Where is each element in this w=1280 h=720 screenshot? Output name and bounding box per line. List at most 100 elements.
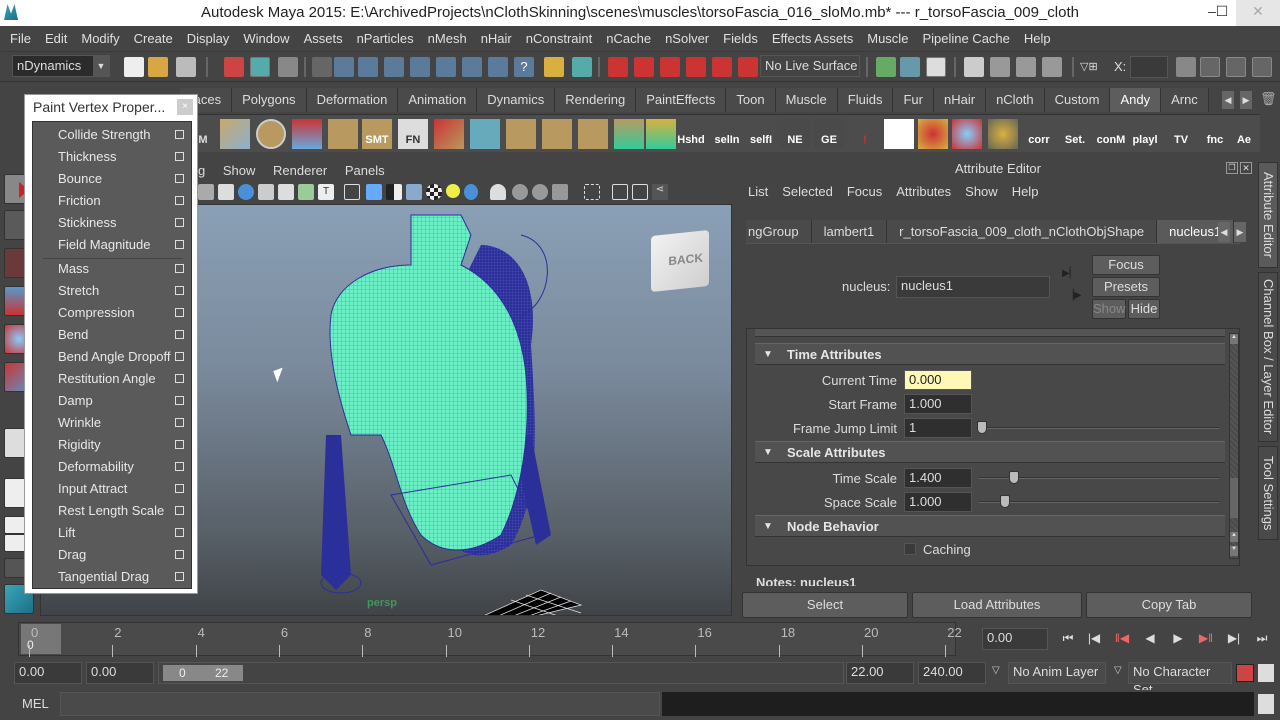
modeling-toolkit-icon[interactable] [1200,57,1220,77]
menu-modify[interactable]: Modify [74,26,126,52]
viewport-menu-panels[interactable]: Panels [345,160,385,182]
dynamics-icon[interactable] [488,57,508,77]
node-tab-lambert1[interactable]: lambert1 [811,220,888,243]
checkbox[interactable] [175,528,184,537]
menuset-dropdown[interactable]: nDynamics ▼ [12,55,110,77]
playback-end-field[interactable]: 22.00 [846,662,914,684]
checkbox[interactable] [175,484,184,493]
menu-muscle[interactable]: Muscle [860,26,915,52]
node-tab-nclothobjshape[interactable]: r_torsoFascia_009_cloth_nClothObjShape [887,220,1158,243]
presets-button[interactable]: Presets [1092,277,1160,297]
viewport-menu-lighting[interactable]: g [198,160,205,182]
checkbox[interactable] [175,174,184,183]
magnet-curve-icon[interactable] [634,57,654,77]
magnet-point-icon[interactable] [660,57,680,77]
particles-icon[interactable] [462,57,482,77]
shelf-icon-center-pivot[interactable] [614,119,644,149]
magnet-surface-icon[interactable] [712,57,732,77]
input-connection-icon[interactable]: ▶▏ [1062,268,1077,279]
ae-menu-list[interactable]: List [748,184,768,199]
share-icon[interactable]: ⋖ [652,184,668,200]
shelf-icon-fnc[interactable]: fnc [1198,119,1232,149]
checkbox[interactable] [175,418,184,427]
shelf-tab-deformation[interactable]: Deformation [306,88,399,112]
list-item[interactable]: Tangential Drag [33,566,191,588]
shelf-tab-nhair[interactable]: nHair [933,88,987,112]
checkbox[interactable] [175,506,184,515]
list-item[interactable]: Mass [33,258,191,280]
viewport-menu-renderer[interactable]: Renderer [273,160,327,182]
list-item[interactable]: Bounce [33,168,191,190]
field-chart-icon[interactable] [238,184,254,200]
list-item[interactable]: Damp [33,390,191,412]
animation-start-field[interactable]: 0.00 [14,662,82,684]
snap-point-icon[interactable] [384,57,404,77]
command-language-label[interactable]: MEL [22,696,49,711]
shelf-icon-selin[interactable]: selIn [710,119,744,149]
shelf-icon-fn[interactable]: FN [398,119,428,149]
shelf-tab-andy[interactable]: Andy [1110,88,1162,112]
render-frame-icon[interactable] [990,57,1010,77]
tabs-scroll-left-icon[interactable]: ◀ [1218,222,1230,242]
ae-menu-help[interactable]: Help [1012,184,1039,199]
shelf-icon-bridge[interactable] [470,119,500,149]
space-scale-slider-handle[interactable] [1000,495,1010,508]
list-item[interactable]: Drag [33,544,191,566]
shelf-icon-hshd[interactable]: Hshd [674,119,708,149]
anim-layer-dropdown[interactable]: No Anim Layer [1008,662,1106,684]
input-ops-icon[interactable] [876,57,896,77]
lock-icon[interactable] [544,57,564,77]
playback-start-field[interactable]: 0.00 [86,662,154,684]
tool-settings-icon[interactable] [1226,57,1246,77]
shelf-icon-hierarchy-alert[interactable]: ! [850,119,880,149]
shelf-icon-ae[interactable]: Ae [1232,119,1256,149]
close-button[interactable]: ✕ [1236,0,1280,26]
checkbox[interactable] [175,264,184,273]
shelf-icon-extrude[interactable] [292,119,322,149]
anim-layer-dropdown-icon[interactable]: ▽ [992,665,1000,676]
shelf-icon-globe[interactable] [988,119,1018,149]
select-component-icon[interactable] [278,57,298,77]
section-scale-attributes[interactable]: ▼ Scale Attributes [755,441,1225,463]
new-scene-icon[interactable] [124,57,144,77]
output-ops-icon[interactable] [900,57,920,77]
make-live-icon[interactable] [738,57,758,77]
shelf-tab-fur[interactable]: Fur [893,88,934,112]
auto-key-icon[interactable] [1236,664,1254,682]
shelf-tab-rendering[interactable]: Rendering [555,88,637,112]
x-coordinate-input[interactable] [1130,56,1168,78]
ae-menu-focus[interactable]: Focus [847,184,882,199]
ambient-occlusion-icon[interactable] [490,184,506,200]
checkbox[interactable] [175,462,184,471]
menu-edit[interactable]: Edit [38,26,74,52]
shelf-icon-corr[interactable]: corr [1022,119,1056,149]
shelf-icon-playl[interactable]: playl [1128,119,1162,149]
shelf-icon-append[interactable] [506,119,536,149]
shelf-scroll-left-icon[interactable]: ◀ [1222,91,1234,109]
list-item[interactable]: Bend Angle Dropoff [33,346,191,368]
time-scale-slider-handle[interactable] [1009,471,1019,484]
checkbox[interactable] [175,308,184,317]
checkbox[interactable] [175,374,184,383]
current-time-input[interactable]: 0.000 [904,370,972,390]
shelf-tab-painteffects[interactable]: PaintEffects [636,88,727,112]
menu-window[interactable]: Window [236,26,296,52]
list-item[interactable]: Restitution Angle [33,368,191,390]
menu-create[interactable]: Create [127,26,180,52]
checkbox[interactable] [175,130,184,139]
load-attributes-button[interactable]: Load Attributes [912,592,1082,618]
list-item[interactable]: Compression [33,302,191,324]
menu-nmesh[interactable]: nMesh [421,26,474,52]
render-settings-icon[interactable] [1042,57,1062,77]
snap-curve-icon[interactable] [358,57,378,77]
render-view-icon[interactable] [964,57,984,77]
scrollbar-thumb[interactable] [1230,478,1238,518]
checkbox[interactable] [175,218,184,227]
snap-surface-icon[interactable] [436,57,456,77]
shelf-icon-set[interactable]: Set. [1058,119,1092,149]
scroll-up-icon[interactable]: ▲ [1230,334,1238,344]
shelf-icon-paint-brush[interactable] [918,119,948,149]
save-scene-icon[interactable] [176,57,196,77]
menu-effects-assets[interactable]: Effects Assets [765,26,860,52]
shelf-tab-toon[interactable]: Toon [726,88,776,112]
